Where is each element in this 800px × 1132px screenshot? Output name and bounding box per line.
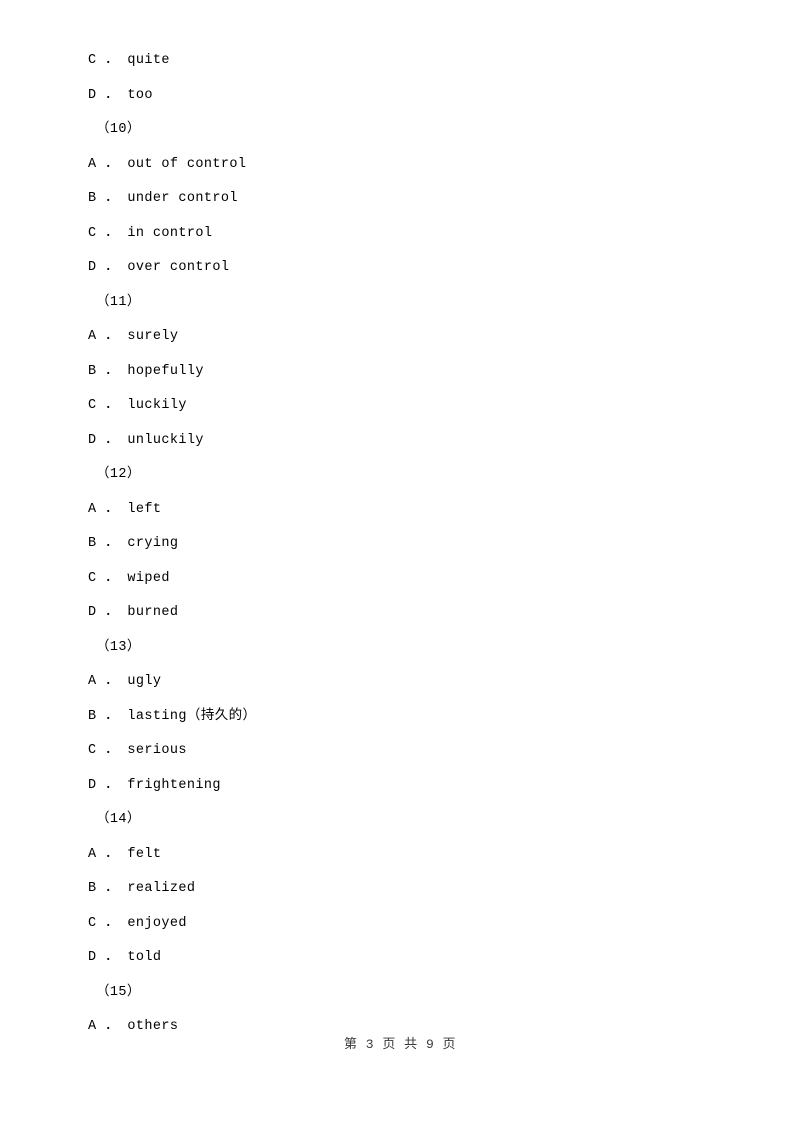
- answer-option: B ． realized: [88, 881, 196, 896]
- document-body: C ． quite D ． too （10） A ． out of control B …: [88, 44, 728, 1045]
- document-page: C ． quite D ． too （10） A ． out of control B …: [0, 0, 800, 1132]
- question-number: （12）: [96, 467, 141, 482]
- answer-option: C ． enjoyed: [88, 915, 187, 931]
- answer-option: D ． burned: [88, 605, 179, 620]
- answer-option: D ． told: [88, 950, 162, 965]
- answer-option: D ． too: [88, 87, 153, 103]
- question-number: （15）: [96, 984, 141, 1000]
- question-number: （14）: [96, 812, 141, 827]
- answer-option: A ． surely: [88, 329, 179, 344]
- answer-option: C ． serious: [88, 743, 187, 758]
- answer-option: D ． unluckily: [88, 432, 204, 448]
- answer-option: B ． crying: [88, 536, 179, 551]
- answer-option: C ． quite: [88, 53, 170, 68]
- answer-option: A ． out of control: [88, 156, 247, 172]
- answer-option: A ． left: [88, 501, 162, 517]
- answer-option: A ． ugly: [88, 674, 162, 689]
- answer-option: D ． over control: [88, 260, 230, 275]
- answer-option: A ． felt: [88, 846, 162, 862]
- answer-option: B ． under control: [88, 191, 238, 206]
- question-number: （11）: [96, 294, 141, 310]
- answer-option: B ． hopefully: [88, 363, 204, 379]
- answer-option: C ． in control: [88, 225, 213, 241]
- answer-option: B ． lasting（持久的）: [88, 708, 257, 724]
- answer-option: D ． frightening: [88, 777, 221, 793]
- question-number: （10）: [96, 122, 141, 137]
- answer-option: C ． wiped: [88, 570, 170, 586]
- answer-option: C ． luckily: [88, 398, 187, 413]
- page-footer: 第 3 页 共 9 页: [343, 1037, 457, 1052]
- question-number: （13）: [96, 639, 141, 655]
